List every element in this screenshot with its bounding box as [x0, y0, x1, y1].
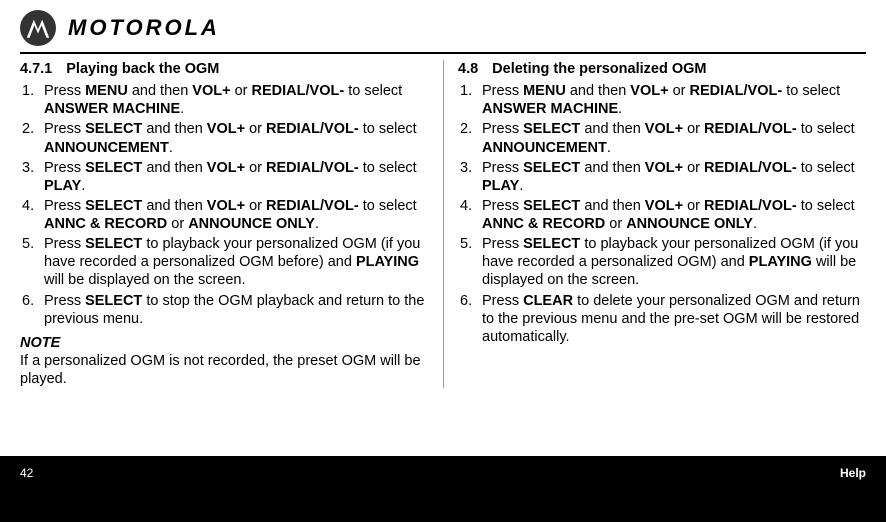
- key-label: ANNOUNCE ONLY: [188, 216, 315, 232]
- key-label: SELECT: [523, 236, 580, 252]
- key-label: ANNC & RECORD: [44, 216, 167, 232]
- section-title: Playing back the OGM: [66, 61, 219, 77]
- step-item: Press SELECT and then VOL+ or REDIAL/VOL…: [482, 120, 866, 156]
- key-label: SELECT: [85, 198, 142, 214]
- key-label: VOL+: [630, 83, 668, 99]
- key-label: REDIAL/VOL-: [266, 121, 359, 137]
- step-item: Press MENU and then VOL+ or REDIAL/VOL- …: [482, 82, 866, 118]
- divider: [20, 52, 866, 54]
- key-label: CLEAR: [523, 293, 573, 309]
- step-item: Press SELECT and then VOL+ or REDIAL/VOL…: [482, 197, 866, 233]
- section-number: 4.8: [458, 60, 478, 78]
- brand-name: MOTOROLA: [68, 15, 220, 41]
- key-label: SELECT: [85, 236, 142, 252]
- step-item: Press SELECT and then VOL+ or REDIAL/VOL…: [482, 159, 866, 195]
- section-heading: 4.8 Deleting the personalized OGM: [458, 60, 866, 78]
- key-label: SELECT: [85, 121, 142, 137]
- step-item: Press CLEAR to delete your personalized …: [482, 292, 866, 346]
- key-label: REDIAL/VOL-: [690, 83, 783, 99]
- steps-list: Press MENU and then VOL+ or REDIAL/VOL- …: [20, 82, 429, 328]
- step-item: Press SELECT to playback your personaliz…: [44, 235, 429, 289]
- key-label: ANNOUNCEMENT: [482, 140, 607, 156]
- key-label: SELECT: [523, 160, 580, 176]
- header: MOTOROLA: [20, 10, 866, 52]
- key-label: REDIAL/VOL-: [266, 160, 359, 176]
- step-item: Press SELECT and then VOL+ or REDIAL/VOL…: [44, 159, 429, 195]
- key-label: REDIAL/VOL-: [704, 160, 797, 176]
- key-label: SELECT: [85, 293, 142, 309]
- step-item: Press SELECT and then VOL+ or REDIAL/VOL…: [44, 197, 429, 233]
- steps-list: Press MENU and then VOL+ or REDIAL/VOL- …: [458, 82, 866, 346]
- step-item: Press SELECT to playback your personaliz…: [482, 235, 866, 289]
- page-number: 42: [20, 466, 33, 480]
- key-label: REDIAL/VOL-: [252, 83, 345, 99]
- key-label: REDIAL/VOL-: [704, 198, 797, 214]
- key-label: VOL+: [207, 121, 245, 137]
- section-number: 4.7.1: [20, 60, 52, 78]
- key-label: PLAY: [482, 178, 519, 194]
- footer-help-label: Help: [840, 466, 866, 480]
- step-item: Press MENU and then VOL+ or REDIAL/VOL- …: [44, 82, 429, 118]
- footer: 42 Help: [0, 456, 886, 522]
- key-label: VOL+: [645, 121, 683, 137]
- content-columns: 4.7.1 Playing back the OGM Press MENU and…: [20, 60, 866, 388]
- step-item: Press SELECT to stop the OGM playback an…: [44, 292, 429, 328]
- key-label: REDIAL/VOL-: [266, 198, 359, 214]
- document-page: MOTOROLA 4.7.1 Playing back the OGM Press…: [0, 0, 886, 456]
- key-label: VOL+: [207, 198, 245, 214]
- key-label: PLAYING: [356, 254, 419, 270]
- key-label: VOL+: [645, 198, 683, 214]
- key-label: MENU: [85, 83, 128, 99]
- section-title: Deleting the personalized OGM: [492, 61, 706, 77]
- key-label: REDIAL/VOL-: [704, 121, 797, 137]
- section-heading: 4.7.1 Playing back the OGM: [20, 60, 429, 78]
- key-label: ANNOUNCEMENT: [44, 140, 169, 156]
- left-column: 4.7.1 Playing back the OGM Press MENU and…: [20, 60, 443, 388]
- key-label: VOL+: [207, 160, 245, 176]
- key-label: MENU: [523, 83, 566, 99]
- note-heading: NOTE: [20, 334, 429, 352]
- motorola-logo-icon: [20, 10, 56, 46]
- key-label: VOL+: [192, 83, 230, 99]
- key-label: ANNC & RECORD: [482, 216, 605, 232]
- key-label: SELECT: [523, 198, 580, 214]
- key-label: PLAYING: [749, 254, 812, 270]
- key-label: SELECT: [85, 160, 142, 176]
- key-label: ANNOUNCE ONLY: [626, 216, 753, 232]
- key-label: PLAY: [44, 178, 81, 194]
- step-item: Press SELECT and then VOL+ or REDIAL/VOL…: [44, 120, 429, 156]
- key-label: ANSWER MACHINE: [482, 101, 618, 117]
- key-label: VOL+: [645, 160, 683, 176]
- key-label: ANSWER MACHINE: [44, 101, 180, 117]
- note-text: If a personalized OGM is not recorded, t…: [20, 352, 429, 388]
- key-label: SELECT: [523, 121, 580, 137]
- right-column: 4.8 Deleting the personalized OGM Press M…: [443, 60, 866, 388]
